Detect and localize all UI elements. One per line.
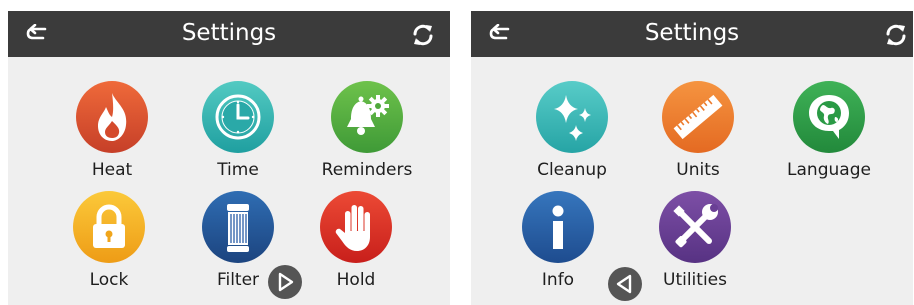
sparkle-icon: [536, 81, 608, 153]
tile-label: Time: [217, 160, 259, 180]
info-icon: [522, 191, 594, 263]
page-title: Settings: [181, 20, 277, 46]
tile-label: Language: [787, 160, 871, 180]
tile-units[interactable]: Units: [643, 81, 753, 181]
globe-speech-icon: [793, 81, 865, 153]
tile-reminders[interactable]: Reminders: [312, 81, 422, 181]
refresh-icon[interactable]: [883, 22, 909, 48]
previous-page-icon[interactable]: [608, 267, 642, 301]
tile-label: Units: [676, 160, 720, 180]
tile-label: Cleanup: [537, 160, 607, 180]
hand-stop-icon: [320, 191, 392, 263]
tile-heat[interactable]: Heat: [57, 81, 167, 181]
tile-label: Heat: [91, 160, 133, 180]
tile-label: Info: [541, 270, 575, 290]
tile-utilities[interactable]: Utilities: [640, 191, 750, 291]
tile-lock[interactable]: Lock: [54, 191, 164, 291]
tile-hold[interactable]: Hold: [301, 191, 411, 291]
refresh-icon[interactable]: [410, 22, 436, 48]
next-page-icon[interactable]: [268, 265, 302, 299]
flame-icon: [76, 81, 148, 153]
tile-info[interactable]: Info: [503, 191, 613, 291]
padlock-icon: [73, 191, 145, 263]
tile-language[interactable]: Language: [774, 81, 884, 181]
tile-label: Reminders: [321, 160, 413, 180]
filter-cartridge-icon: [202, 191, 274, 263]
clock-icon: [202, 81, 274, 153]
tile-label: Lock: [89, 270, 129, 290]
settings-screen-page-1: Settings Heat Time Reminders Lock Filter…: [8, 11, 450, 305]
ruler-icon: [662, 81, 734, 153]
header-bar: Settings: [8, 11, 450, 57]
tile-time[interactable]: Time: [183, 81, 293, 181]
header-bar: Settings: [471, 11, 913, 57]
tile-label: Hold: [336, 270, 376, 290]
tools-icon: [659, 191, 731, 263]
settings-screen-page-2: Settings Cleanup Units Language Info Uti…: [471, 11, 913, 305]
bell-gear-icon: [331, 81, 403, 153]
tile-cleanup[interactable]: Cleanup: [517, 81, 627, 181]
tile-label: Utilities: [663, 270, 727, 290]
page-title: Settings: [644, 20, 740, 46]
